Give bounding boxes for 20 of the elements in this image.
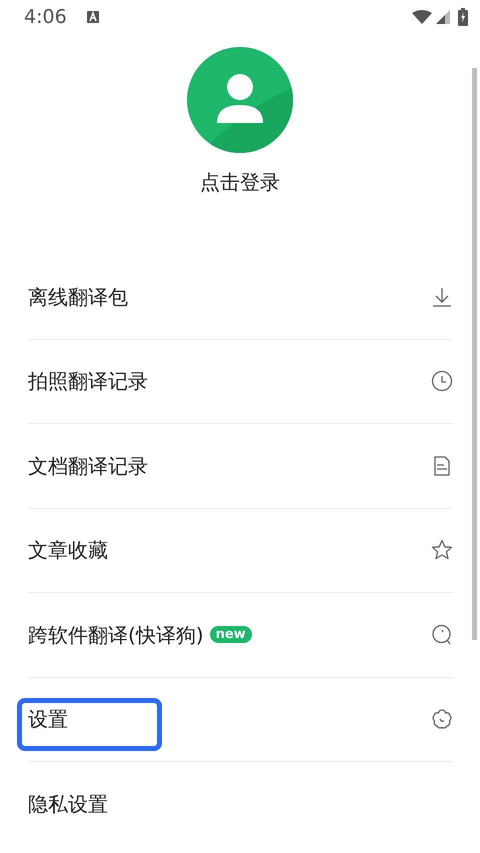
notification-icon [86, 11, 99, 23]
flower-icon[interactable] [431, 708, 453, 730]
menu-item[interactable]: 文章收藏 [28, 535, 108, 566]
avatar[interactable] [187, 47, 293, 153]
menu-item[interactable]: 离线翻译包 [28, 282, 128, 312]
wifi-icon [412, 10, 432, 24]
menu-item[interactable]: 文档翻译记录 [28, 450, 148, 481]
status-time: 4:06 [24, 4, 67, 30]
login-link[interactable]: 点击登录 [200, 167, 280, 197]
menu-item[interactable]: 跨软件翻译(快译狗) [28, 620, 204, 650]
star-icon[interactable] [431, 539, 453, 562]
menu-item[interactable]: 拍照翻译记录 [28, 366, 148, 396]
clock-icon[interactable] [431, 370, 453, 392]
menu-item[interactable]: 隐私设置 [28, 789, 108, 820]
search-icon[interactable] [431, 624, 453, 646]
signal-icon [436, 10, 450, 24]
download-icon[interactable] [431, 286, 453, 308]
battery-icon [458, 8, 468, 26]
new-tag: new [210, 626, 252, 644]
menu-item[interactable]: 设置 [28, 704, 68, 734]
